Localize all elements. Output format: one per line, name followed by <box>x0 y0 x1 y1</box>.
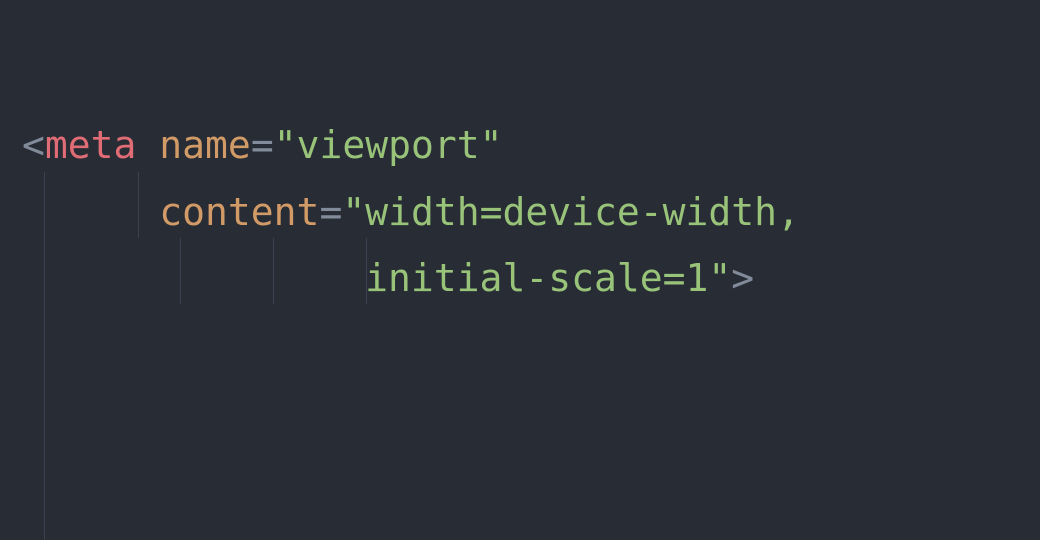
string-viewport: "viewport" <box>274 123 503 167</box>
string-content-part2: initial-scale=1" <box>365 256 731 300</box>
string-content-part1: "width=device-width, <box>342 190 800 234</box>
tag-meta: meta <box>45 123 137 167</box>
attr-content: content <box>159 190 319 234</box>
angle-open: < <box>22 123 45 167</box>
indent-guide <box>366 238 367 304</box>
indent-guide <box>273 238 274 304</box>
indent-guide <box>180 238 181 304</box>
indent-guide <box>138 172 139 238</box>
attr-name: name <box>159 123 251 167</box>
code-line-1: <meta name="viewport" <box>22 123 502 167</box>
indent-guide <box>44 172 45 540</box>
angle-close: > <box>731 256 754 300</box>
code-line-3: initial-scale=1"> <box>22 256 754 300</box>
